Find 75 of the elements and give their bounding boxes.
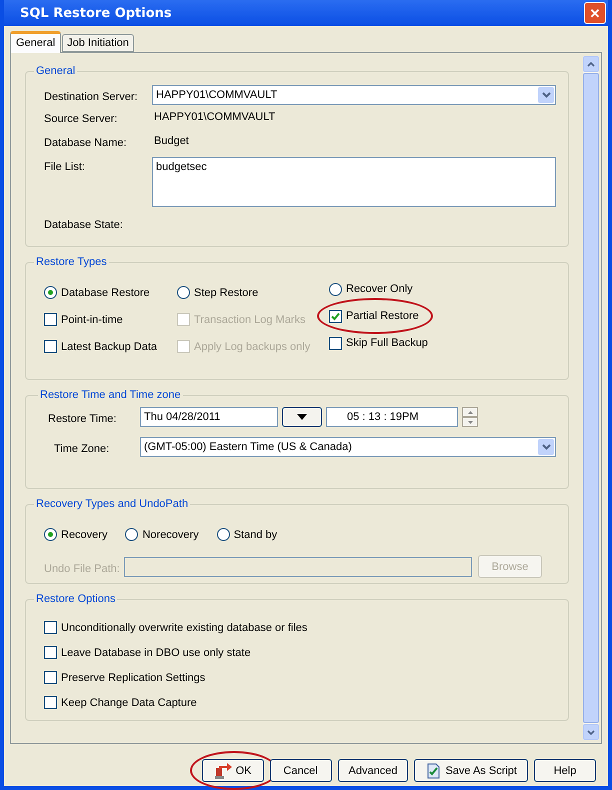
radio-button[interactable] xyxy=(125,528,138,541)
option-label: Transaction Log Marks xyxy=(194,314,306,326)
undo-file-path-field[interactable] xyxy=(124,556,472,576)
scrollbar-thumb[interactable] xyxy=(583,73,599,723)
field-label: File List: xyxy=(44,160,86,173)
spin-down-button[interactable] xyxy=(462,417,478,427)
caret-icon xyxy=(542,444,550,450)
option-label: Leave Database in DBO use only state xyxy=(61,646,251,658)
field-label: Undo File Path: xyxy=(44,562,120,574)
checkbox[interactable] xyxy=(329,310,342,322)
dialog-button[interactable]: Cancel xyxy=(270,759,332,782)
date-field[interactable]: Thu 04/28/2011 xyxy=(140,407,278,427)
checkbox[interactable] xyxy=(44,621,57,634)
option-label: Partial Restore xyxy=(346,310,419,322)
option-label: Norecovery xyxy=(142,528,199,540)
checkbox[interactable] xyxy=(44,671,57,684)
field-value: HAPPY01\COMMVAULT xyxy=(153,110,276,123)
radio-button[interactable] xyxy=(216,528,230,541)
group-title: Restore Types xyxy=(35,256,108,268)
option-label: Recovery xyxy=(61,528,108,540)
option-label: Unconditionally overwrite existing database or files xyxy=(61,622,308,634)
group-title: Restore Time and Time zone xyxy=(39,389,182,401)
group-title: General xyxy=(35,65,76,77)
option-label: Keep Change Data Capture xyxy=(61,696,197,708)
dialog-button[interactable]: OK xyxy=(202,759,264,782)
spin-up-button[interactable] xyxy=(462,407,478,417)
option-label: Point-in-time xyxy=(61,314,123,326)
scroll-down-button[interactable] xyxy=(583,724,599,740)
option-label: Stand by xyxy=(234,528,278,540)
option-label: Step Restore xyxy=(194,286,258,298)
chevron-down-icon xyxy=(587,730,595,734)
field-value: Budget xyxy=(153,134,190,147)
field-label: Source Server: xyxy=(44,112,118,125)
option-label: Skip Full Backup xyxy=(346,337,428,349)
group-title: Recovery Types and UndoPath xyxy=(35,498,190,510)
document-check-icon xyxy=(425,762,442,778)
scroll-up-button[interactable] xyxy=(583,56,599,72)
checkbox[interactable] xyxy=(44,340,57,353)
time-field[interactable]: 05 : 13 : 19PM xyxy=(326,407,458,427)
dialog-button[interactable]: Help xyxy=(534,759,596,782)
down-arrow-icon xyxy=(468,420,472,424)
field-label: Database State: xyxy=(44,218,123,231)
option-label: Database Restore xyxy=(61,286,150,298)
field-label: Restore Time: xyxy=(48,412,118,425)
date-picker-button[interactable] xyxy=(282,407,322,427)
window-title: SQL Restore Options xyxy=(20,6,172,20)
tab[interactable]: Job Initiation xyxy=(62,34,134,52)
dialog-button[interactable]: Advanced xyxy=(338,759,408,782)
dropdown-arrow-icon xyxy=(297,414,307,420)
caret-icon xyxy=(542,92,550,98)
radio-button[interactable] xyxy=(329,282,342,296)
tab[interactable]: General xyxy=(10,31,62,53)
field-label: Database Name: xyxy=(44,136,128,149)
field-label: Time Zone: xyxy=(53,442,110,455)
file-list-field[interactable]: budgetsec xyxy=(152,157,556,207)
checkbox[interactable] xyxy=(329,336,342,350)
checkbox[interactable] xyxy=(44,646,57,659)
radio-button[interactable] xyxy=(44,286,57,299)
radio-button[interactable] xyxy=(44,528,57,541)
group-title: Restore Options xyxy=(35,593,116,605)
option-label: Apply Log backups only xyxy=(194,340,310,352)
close-button[interactable]: ✕ xyxy=(584,2,606,24)
chevron-up-icon xyxy=(587,62,595,66)
dialog-button[interactable]: Save As Script xyxy=(414,759,528,782)
checkbox[interactable] xyxy=(44,696,57,709)
up-arrow-icon xyxy=(468,410,472,414)
option-label: Latest Backup Data xyxy=(61,340,158,352)
option-label: Preserve Replication Settings xyxy=(61,672,206,684)
arrow-icon xyxy=(214,762,232,778)
time-zone-dropdown[interactable]: (GMT-05:00) Eastern Time (US & Canada) xyxy=(140,437,556,457)
checkbox[interactable] xyxy=(44,313,57,326)
radio-button[interactable] xyxy=(177,286,190,299)
destination-server-dropdown[interactable]: HAPPY01\COMMVAULT xyxy=(152,85,556,105)
option-label: Recover Only xyxy=(346,283,413,295)
field-label: Destination Server: xyxy=(44,90,139,103)
